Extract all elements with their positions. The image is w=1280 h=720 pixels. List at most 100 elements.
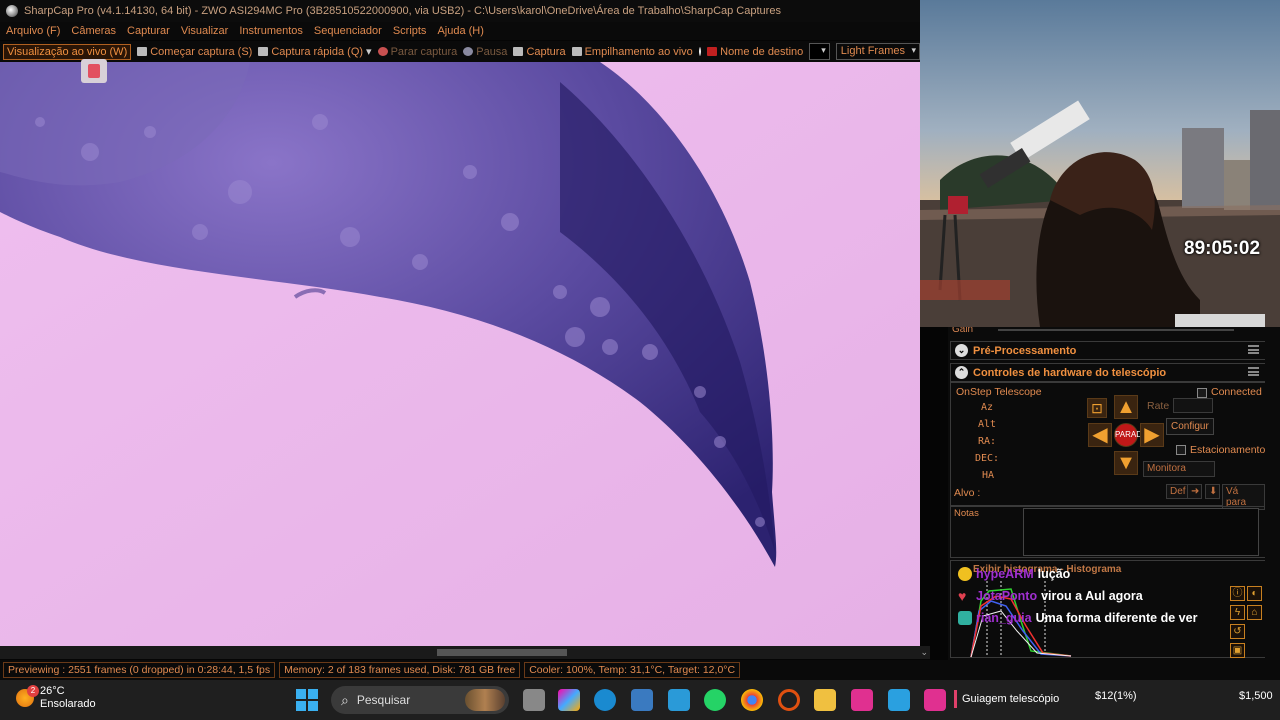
dec-label: DEC: (975, 453, 1000, 464)
chat-username: rian_guia (976, 611, 1032, 625)
menu-help[interactable]: Ajuda (H) (437, 25, 483, 37)
opera-icon[interactable] (778, 689, 800, 711)
taskbar: 2 26°C Ensolarado ⌕ Pesquisar Guiagem te… (0, 680, 1280, 720)
snapshot-button[interactable]: Captura (513, 46, 566, 58)
webcam-scene (920, 100, 1280, 327)
chevron-down-icon[interactable]: ⌄ (955, 344, 968, 357)
start-capture-button[interactable]: Começar captura (S) (137, 46, 252, 58)
track-icon[interactable]: ⊡ (1087, 398, 1107, 418)
menu-view[interactable]: Visualizar (181, 25, 229, 37)
park-checkbox[interactable] (1176, 445, 1186, 455)
west-arrow-button[interactable]: ▶ (1140, 423, 1164, 447)
chevron-up-icon[interactable]: ⌃ (955, 366, 968, 379)
preview-status: Previewing : 2551 frames (0 dropped) in … (3, 662, 276, 678)
chat-username: JotaPonto (976, 589, 1038, 603)
edge-icon[interactable] (594, 689, 616, 711)
south-arrow-button[interactable]: ▼ (1114, 451, 1138, 475)
folder-icon[interactable] (814, 689, 836, 711)
active-window-tab[interactable]: Guiagem telescópio (954, 690, 1059, 708)
notes-label: Notas (954, 508, 979, 519)
video-camera-icon (258, 47, 269, 56)
telescope-name: OnStep Telescope (956, 386, 1042, 398)
store-icon[interactable] (631, 689, 653, 711)
chrome-icon[interactable] (741, 689, 763, 711)
target-name-select[interactable] (809, 43, 830, 60)
weather-condition: Ensolarado (40, 698, 96, 710)
menu-tools[interactable]: Instrumentos (239, 25, 303, 37)
app-icon[interactable] (668, 689, 690, 711)
live-stack-label: Empilhamento ao vivo (584, 45, 693, 58)
preprocessing-header[interactable]: ⌄ Pré-Processamento (950, 341, 1266, 360)
menu-file[interactable]: Arquivo (F) (6, 25, 60, 37)
task-view-icon[interactable] (523, 689, 545, 711)
ha-label: HA (982, 470, 995, 481)
arrow-down-icon[interactable]: ⬇ (1205, 484, 1220, 499)
weather-widget[interactable]: 2 26°C Ensolarado (16, 685, 96, 711)
hamburger-menu-icon[interactable] (1248, 367, 1259, 376)
lock-icon[interactable]: ⌂ (1247, 605, 1262, 620)
rate-select[interactable] (1173, 398, 1213, 413)
horizontal-scrollbar[interactable]: ⌄ (0, 646, 930, 659)
start-capture-label: Começar captura (S) (150, 45, 253, 58)
menu-capture[interactable]: Capturar (127, 25, 170, 37)
windows-start-button[interactable] (296, 689, 318, 711)
menu-cameras[interactable]: Câmeras (71, 25, 116, 37)
search-highlight-image (465, 689, 505, 711)
live-stack-button[interactable]: Empilhamento ao vivo (571, 45, 693, 58)
copilot-icon[interactable] (558, 689, 580, 711)
tracking-mode-select[interactable]: Monitora (1143, 461, 1215, 477)
display-icon[interactable] (698, 47, 702, 56)
app-icon[interactable] (888, 689, 910, 711)
frame-type-select[interactable]: Light Frames (835, 43, 920, 60)
connected-checkbox[interactable] (1197, 388, 1207, 398)
rate-label: Rate (1147, 400, 1170, 412)
live-image-view[interactable] (0, 62, 920, 646)
video-camera-icon (137, 47, 148, 56)
film-icon (707, 47, 718, 56)
menu-bar: Arquivo (F) Câmeras Capturar Visualizar … (0, 22, 920, 40)
chat-message: rian_guia Uma forma diferente de ver (958, 607, 1233, 629)
preprocessing-title: Pré-Processamento (973, 344, 1077, 357)
app-icon[interactable] (851, 689, 873, 711)
alt-label: Alt (978, 419, 997, 430)
status-bar: Previewing : 2551 frames (0 dropped) in … (0, 660, 1280, 680)
panel-scrollbar[interactable] (1265, 320, 1280, 660)
menu-scripts[interactable]: Scripts (393, 25, 427, 37)
live-view-button[interactable]: Visualização ao vivo (W) (3, 43, 132, 60)
gain-slider[interactable] (998, 329, 1234, 331)
east-arrow-button[interactable]: ◀ (1088, 423, 1112, 447)
screen: SharpCap Pro (v4.1.14130, 64 bit) - ZWO … (0, 0, 1280, 720)
configure-button[interactable]: Configur (1166, 418, 1214, 435)
badge-icon (958, 567, 972, 581)
connected-label: Connected (1211, 386, 1262, 398)
stop-capture-label: Parar captura (390, 45, 458, 58)
cooler-status: Cooler: 100%, Temp: 31,1°C, Target: 12,0… (524, 662, 741, 678)
taskbar-search[interactable]: ⌕ Pesquisar (331, 686, 509, 714)
camera-overlay-icon[interactable] (81, 59, 107, 83)
chevron-down-icon[interactable]: ▾ (366, 45, 372, 58)
moon-image (0, 62, 920, 646)
pause-button[interactable]: Pausa (463, 46, 507, 58)
arrow-right-icon[interactable]: ➜ (1187, 484, 1202, 499)
scrollbar-thumb[interactable] (437, 649, 567, 656)
whatsapp-icon[interactable] (704, 689, 726, 711)
stop-capture-button[interactable]: Parar captura (377, 45, 458, 58)
notification-badge: 2 (27, 685, 39, 697)
ra-label: RA: (978, 436, 997, 447)
search-icon: ⌕ (341, 691, 349, 708)
quick-capture-button[interactable]: Captura rápida (Q) ▾ (258, 45, 372, 58)
contrast-icon[interactable]: ◐ (1247, 586, 1262, 601)
app-icon[interactable] (924, 689, 946, 711)
save-icon[interactable]: ▣ (1230, 643, 1245, 658)
north-arrow-button[interactable]: ▲ (1114, 395, 1138, 419)
stream-chat-overlay: hypeARM lução ♥ JotaPonto virou a Aul ag… (958, 563, 1233, 629)
menu-sequencer[interactable]: Sequenciador (314, 25, 382, 37)
window-title: SharpCap Pro (v4.1.14130, 64 bit) - ZWO … (24, 5, 781, 17)
badge-icon (958, 611, 972, 625)
notes-textarea[interactable] (1023, 508, 1259, 556)
telescope-controls-header[interactable]: ⌃ Controles de hardware do telescópio (950, 363, 1266, 382)
notes-section: Notas (950, 506, 1266, 558)
scroll-down-icon[interactable]: ⌄ (920, 647, 928, 658)
hamburger-menu-icon[interactable] (1248, 345, 1259, 354)
stop-button[interactable]: PARAD (1114, 423, 1142, 447)
